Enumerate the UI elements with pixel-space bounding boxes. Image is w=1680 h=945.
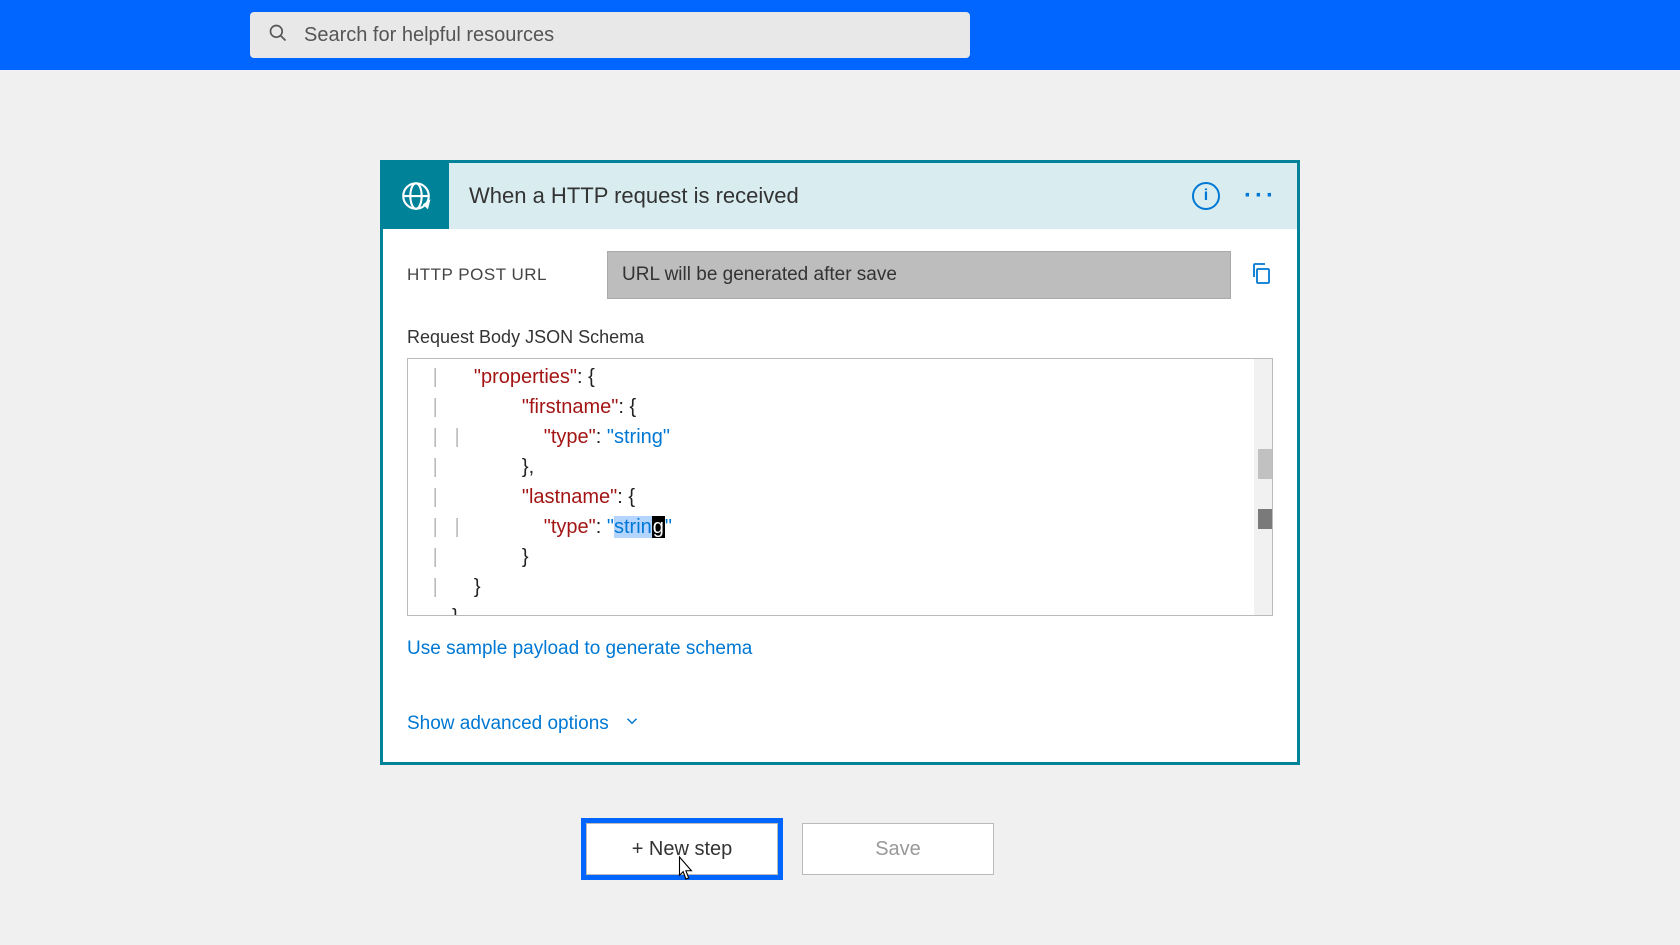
search-icon — [268, 23, 288, 48]
chevron-down-icon — [623, 712, 641, 736]
card-title: When a HTTP request is received — [449, 183, 1192, 209]
scrollbar[interactable] — [1254, 359, 1272, 615]
save-button[interactable]: Save — [802, 823, 994, 875]
trigger-card: When a HTTP request is received i ··· HT… — [380, 160, 1300, 765]
show-advanced-toggle[interactable]: Show advanced options — [407, 712, 1273, 736]
new-step-button[interactable]: + New step — [586, 823, 778, 875]
search-input[interactable]: Search for helpful resources — [250, 12, 970, 58]
show-advanced-label: Show advanced options — [407, 713, 609, 735]
scrollbar-thumb[interactable] — [1258, 509, 1272, 529]
card-header[interactable]: When a HTTP request is received i ··· — [383, 163, 1297, 229]
info-icon[interactable]: i — [1192, 182, 1220, 210]
use-sample-payload-link[interactable]: Use sample payload to generate schema — [407, 638, 1273, 660]
search-placeholder: Search for helpful resources — [304, 24, 554, 47]
copy-icon[interactable] — [1249, 261, 1273, 290]
schema-editor[interactable]: | "properties": { | "firstname": { | | "… — [407, 358, 1273, 616]
url-label: HTTP POST URL — [407, 265, 607, 285]
scrollbar-thumb[interactable] — [1258, 449, 1272, 479]
http-trigger-icon — [383, 163, 449, 229]
schema-label: Request Body JSON Schema — [407, 327, 1273, 348]
schema-code[interactable]: | "properties": { | "firstname": { | | "… — [416, 363, 1272, 616]
more-menu-icon[interactable]: ··· — [1244, 182, 1277, 210]
url-readonly-box: URL will be generated after save — [607, 251, 1231, 299]
top-bar: Search for helpful resources — [0, 0, 1680, 70]
